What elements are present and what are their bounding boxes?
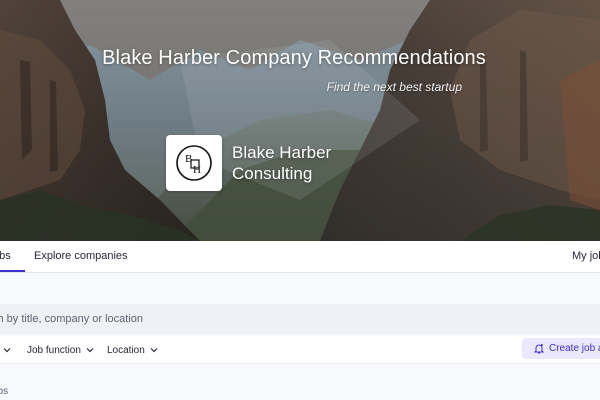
tab-explore-companies[interactable]: Explore companies — [34, 241, 128, 273]
filter-dropdown-partial[interactable] — [0, 336, 11, 364]
tab-jobs[interactable]: obs — [0, 241, 11, 273]
brand-block: B H Blake Harber Consulting — [166, 135, 331, 191]
company-name-line1: Blake Harber — [232, 143, 332, 162]
page-subtitle: Find the next best startup — [326, 80, 462, 94]
filter-label: Job function — [27, 344, 81, 356]
logo-letter-h: H — [193, 164, 201, 176]
bh-logo-icon: B H — [176, 145, 212, 181]
company-name-line2: Consulting — [232, 164, 313, 183]
filter-job-function[interactable]: Job function — [27, 336, 94, 364]
filter-bar: Job function Location — [0, 336, 600, 364]
chevron-down-icon — [86, 348, 94, 353]
results-count-label: obs — [0, 386, 9, 397]
tab-my-jobs[interactable]: My job — [572, 241, 600, 273]
tab-bar: obs Explore companies My job — [0, 241, 600, 273]
search-bar — [0, 304, 600, 334]
chevron-down-icon — [3, 348, 11, 353]
create-job-alert-button[interactable]: Create job a — [522, 338, 600, 359]
filter-location[interactable]: Location — [107, 336, 158, 364]
bell-plus-icon — [534, 344, 544, 354]
company-name: Blake Harber Consulting — [232, 142, 331, 184]
hero-banner: Blake Harber Company Recommendations Fin… — [0, 0, 600, 241]
search-input[interactable] — [0, 304, 600, 334]
canyon-background-image — [0, 0, 600, 241]
company-recommendations-page: Blake Harber Company Recommendations Fin… — [0, 0, 600, 400]
logo-letter-b: B — [185, 153, 192, 165]
active-tab-indicator — [0, 270, 25, 272]
filter-label: Location — [107, 344, 145, 356]
company-logo: B H — [166, 135, 222, 191]
page-title: Blake Harber Company Recommendations — [102, 47, 486, 69]
create-job-alert-label: Create job a — [549, 343, 600, 354]
chevron-down-icon — [150, 348, 158, 353]
